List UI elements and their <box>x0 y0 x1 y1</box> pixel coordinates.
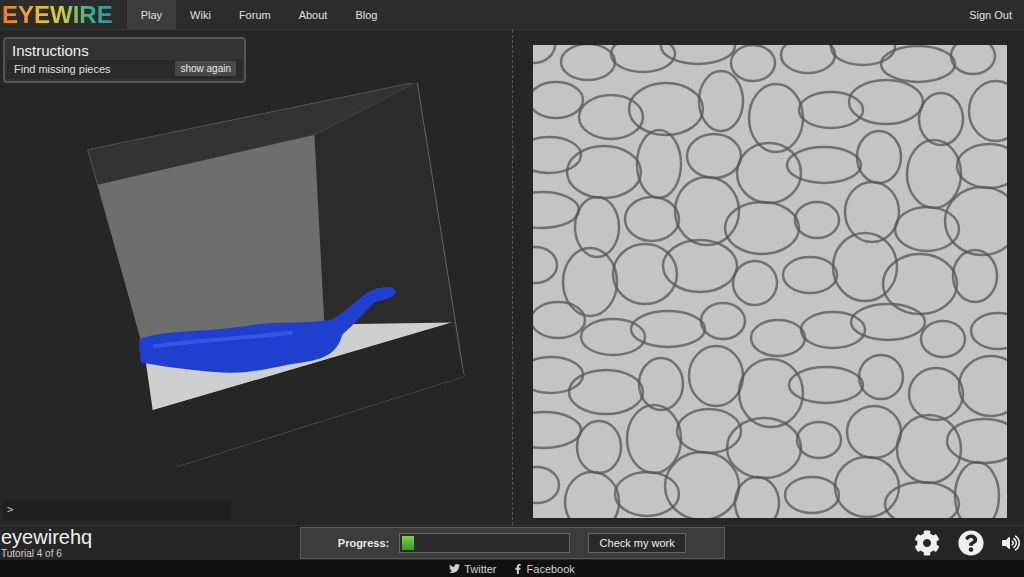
em-texture <box>533 45 1007 518</box>
instructions-row: Find missing pieces show again <box>7 60 242 79</box>
footer: Twitter Facebook <box>0 560 1024 577</box>
logo[interactable]: EYEWIRE <box>0 0 127 29</box>
footer-link[interactable]: Facebook <box>513 563 575 575</box>
neuron-3d-view[interactable] <box>3 83 512 493</box>
top-nav: EYEWIREPlayWikiForumAboutBlog Sign Out <box>0 0 1024 30</box>
user-info: eyewirehqTutorial 4 of 6 <box>0 527 300 559</box>
check-work-button[interactable]: Check my work <box>588 533 686 553</box>
tutorial-step: Tutorial 4 of 6 <box>1 548 300 559</box>
nav-item[interactable]: Wiki <box>176 0 225 29</box>
2d-pane <box>513 30 1024 525</box>
show-again-button[interactable]: show again <box>175 61 236 76</box>
facebook-icon[interactable] <box>513 564 523 574</box>
console-input[interactable]: > <box>3 500 231 520</box>
nav-item[interactable]: About <box>285 0 342 29</box>
progress-panel: Progress: Check my work <box>300 527 725 559</box>
instructions-text: Find missing pieces <box>14 63 111 75</box>
tool-icons <box>725 530 1024 556</box>
speaker-icon[interactable] <box>1002 534 1020 552</box>
question-icon[interactable] <box>958 530 984 556</box>
instructions-panel: Instructions Find missing pieces show agai… <box>3 37 246 83</box>
3d-pane: Instructions Find missing pieces show agai… <box>0 30 513 525</box>
twitter-icon[interactable] <box>449 563 460 574</box>
instructions-title: Instructions <box>5 39 244 60</box>
workspace: Instructions Find missing pieces show agai… <box>0 30 1024 525</box>
gear-icon[interactable] <box>914 530 940 556</box>
progress-label: Progress: <box>338 537 389 549</box>
progress-fill <box>402 536 414 550</box>
settings-button[interactable] <box>914 530 940 556</box>
nav-item[interactable]: Play <box>127 0 176 29</box>
nav-item[interactable]: Forum <box>225 0 285 29</box>
em-image[interactable] <box>533 45 1007 518</box>
username: eyewirehq <box>1 527 300 548</box>
nav-item[interactable]: Blog <box>341 0 391 29</box>
eyewire-page: EYEWIREPlayWikiForumAboutBlog Sign Out Ins… <box>0 0 1024 577</box>
help-button[interactable] <box>958 530 984 556</box>
progress-bar <box>399 533 570 553</box>
3d-canvas[interactable] <box>3 83 512 500</box>
sign-out-link[interactable]: Sign Out <box>957 0 1024 29</box>
sound-button[interactable] <box>1002 534 1020 552</box>
bottom-bar: eyewirehqTutorial 4 of 6 Progress: Check m… <box>0 525 1024 560</box>
footer-link[interactable]: Twitter <box>449 563 496 575</box>
